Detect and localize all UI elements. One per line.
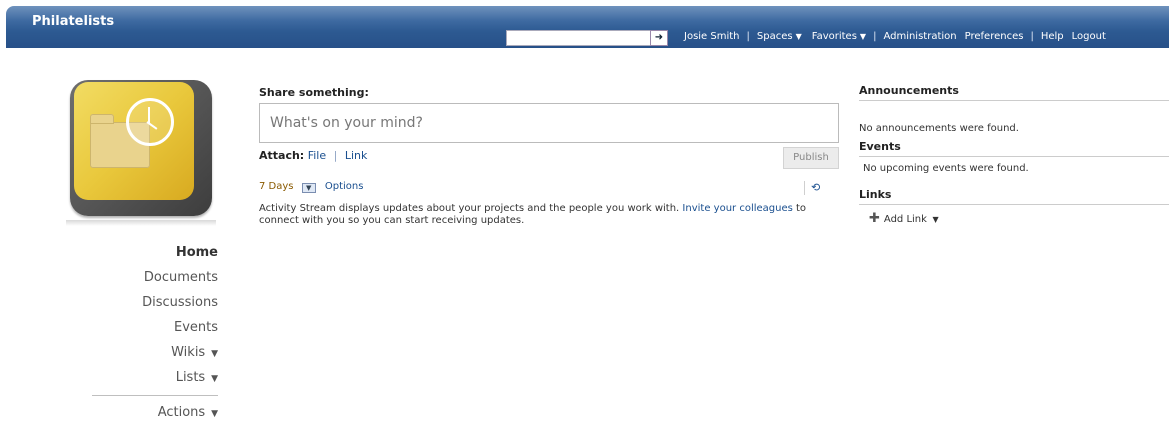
events-section: Events No upcoming events were found. bbox=[859, 140, 1169, 176]
nav-separator: | bbox=[1030, 31, 1034, 42]
sidebar-item-events[interactable]: Events bbox=[92, 315, 218, 340]
events-empty: No upcoming events were found. bbox=[863, 163, 1029, 174]
favorites-label: Favorites bbox=[811, 31, 857, 42]
logout-link[interactable]: Logout bbox=[1072, 31, 1106, 42]
share-input[interactable]: What's on your mind? bbox=[259, 103, 839, 143]
logo-tile bbox=[74, 82, 194, 200]
top-nav: Josie Smith | Spaces ▼ Favorites ▼ | Admin… bbox=[684, 31, 1106, 42]
days-filter[interactable]: 7 Days bbox=[259, 181, 294, 192]
search-input[interactable] bbox=[506, 30, 652, 46]
chevron-down-icon: ▼ bbox=[929, 215, 939, 224]
announcements-empty: No announcements were found. bbox=[859, 123, 1019, 134]
logo-reflection bbox=[66, 220, 216, 226]
announcements-section: Announcements No announcements were foun… bbox=[859, 84, 1169, 136]
help-link[interactable]: Help bbox=[1041, 31, 1064, 42]
favorites-menu[interactable]: Favorites ▼ bbox=[812, 31, 866, 42]
space-logo bbox=[66, 80, 216, 226]
app-title[interactable]: Philatelists bbox=[32, 14, 114, 29]
lists-label: Lists bbox=[175, 370, 206, 385]
sidebar-item-home[interactable]: Home bbox=[92, 240, 218, 265]
sidebar-item-discussions[interactable]: Discussions bbox=[92, 290, 218, 315]
right-column: Announcements No announcements were foun… bbox=[859, 84, 1169, 232]
nav-separator: | bbox=[746, 31, 750, 42]
logo-frame bbox=[70, 80, 212, 216]
chevron-down-icon: ▼ bbox=[859, 32, 867, 41]
actions-menu[interactable]: Actions ▼ bbox=[92, 400, 218, 425]
sidebar-nav: Home Documents Discussions Events Wikis … bbox=[92, 240, 218, 425]
administration-link[interactable]: Administration bbox=[883, 31, 956, 42]
links-section: Links ✚ Add Link ▼ bbox=[859, 188, 1169, 228]
stream-filter: 7 Days ▼ Options ⟲ bbox=[259, 181, 849, 197]
announcements-title: Announcements bbox=[859, 84, 1169, 101]
attach-label: Attach: bbox=[259, 149, 305, 162]
main-content: Share something: What's on your mind? At… bbox=[259, 86, 849, 227]
chevron-down-icon: ▼ bbox=[208, 374, 218, 384]
invite-link[interactable]: Invite your colleagues bbox=[682, 203, 792, 214]
actions-label: Actions bbox=[157, 405, 206, 420]
attach-file-link[interactable]: File bbox=[308, 149, 326, 162]
chevron-down-icon: ▼ bbox=[208, 409, 218, 419]
clock-icon bbox=[126, 98, 174, 146]
preferences-link[interactable]: Preferences bbox=[965, 31, 1024, 42]
spaces-menu[interactable]: Spaces ▼ bbox=[757, 31, 802, 42]
links-title: Links bbox=[859, 188, 1169, 205]
share-heading: Share something: bbox=[259, 86, 369, 99]
user-name[interactable]: Josie Smith bbox=[684, 31, 740, 42]
options-link[interactable]: Options bbox=[325, 181, 364, 192]
nav-separator: | bbox=[873, 31, 877, 42]
add-link-label: Add Link bbox=[883, 214, 927, 225]
wikis-label: Wikis bbox=[171, 345, 206, 360]
top-bar: Philatelists ➜ Josie Smith | Spaces ▼ Fav… bbox=[0, 0, 1169, 58]
publish-button[interactable]: Publish bbox=[783, 147, 839, 169]
spaces-label: Spaces bbox=[756, 31, 793, 42]
arrow-right-icon[interactable]: ➜ bbox=[650, 30, 668, 46]
stream-info: Activity Stream displays updates about y… bbox=[259, 203, 844, 227]
attach-link-link[interactable]: Link bbox=[345, 149, 368, 162]
sidebar-item-lists[interactable]: Lists ▼ bbox=[92, 365, 218, 390]
chevron-down-icon[interactable]: ▼ bbox=[301, 183, 316, 193]
sidebar-divider bbox=[92, 395, 218, 396]
attach-row: Attach: File | Link Publish bbox=[259, 147, 849, 169]
events-title: Events bbox=[859, 140, 1169, 157]
sidebar-item-documents[interactable]: Documents bbox=[92, 265, 218, 290]
add-link-button[interactable]: ✚ Add Link ▼ bbox=[869, 205, 1169, 228]
chevron-down-icon: ▼ bbox=[208, 349, 218, 359]
attach-separator: | bbox=[333, 149, 338, 162]
info-text: Activity Stream displays updates about y… bbox=[259, 203, 680, 214]
refresh-icon[interactable]: ⟲ bbox=[804, 181, 829, 195]
sidebar-item-wikis[interactable]: Wikis ▼ bbox=[92, 340, 218, 365]
plus-icon: ✚ bbox=[869, 211, 880, 226]
